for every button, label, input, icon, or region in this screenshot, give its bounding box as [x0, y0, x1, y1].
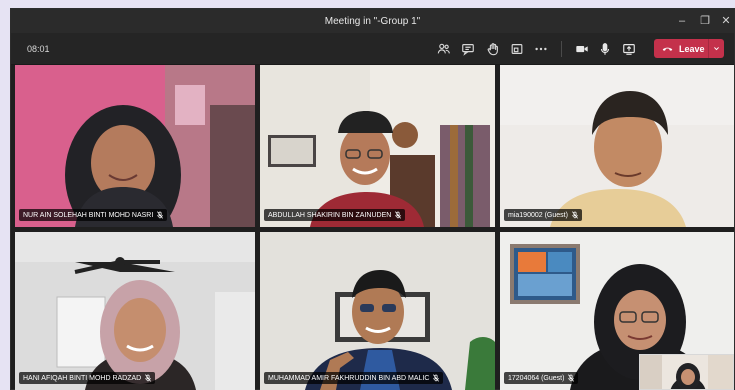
mic-muted-icon — [145, 374, 152, 382]
meeting-toolbar: 08:01 Leave — [11, 33, 734, 65]
participant-name: ABDULLAH SHAKIRIN BIN ZAINUDEN — [268, 211, 392, 219]
leave-label: Leave — [679, 43, 705, 54]
leave-button[interactable]: Leave — [654, 39, 724, 58]
mic-muted-icon — [433, 374, 440, 382]
participant-tile[interactable]: NUR AIN SOLEHAH BINTI MOHD NASRI — [15, 65, 255, 227]
window-title: Meeting in "-Group 1" — [324, 16, 421, 27]
chat-icon[interactable] — [459, 40, 477, 58]
participant-name: NUR AIN SOLEHAH BINTI MOHD NASRI — [23, 211, 154, 219]
participant-name: MUHAMMAD AMIR FAKHRUDDIN BIN ABD MALIC — [268, 374, 430, 382]
video-grid: NUR AIN SOLEHAH BINTI MOHD NASRI ABDULLA… — [15, 65, 734, 390]
share-screen-icon[interactable] — [620, 40, 638, 58]
participant-nametag: NUR AIN SOLEHAH BINTI MOHD NASRI — [19, 209, 168, 221]
mic-muted-icon — [572, 211, 578, 219]
participant-nametag: HANI AFIQAH BINTI MOHD RADZAD — [19, 372, 156, 384]
participant-video — [260, 65, 495, 227]
mic-muted-icon — [568, 374, 575, 382]
raise-hand-icon[interactable] — [484, 40, 502, 58]
hang-up-icon — [662, 47, 673, 51]
participant-name: HANI AFIQAH BINTI MOHD RADZAD — [23, 374, 142, 382]
participant-video — [500, 65, 734, 227]
close-button[interactable]: ✕ — [714, 12, 735, 30]
participant-video — [260, 232, 495, 390]
participant-nametag: MUHAMMAD AMIR FAKHRUDDIN BIN ABD MALIC — [264, 372, 444, 384]
rooms-icon[interactable] — [508, 40, 526, 58]
participant-name: mia190002 (Guest) — [508, 211, 568, 219]
self-view-video — [640, 355, 733, 389]
toolbar-divider — [561, 41, 562, 57]
self-view[interactable] — [639, 354, 734, 390]
people-icon[interactable] — [435, 40, 453, 58]
participant-tile[interactable]: HANI AFIQAH BINTI MOHD RADZAD — [15, 232, 255, 390]
participant-video — [15, 65, 255, 227]
meeting-window: Meeting in "-Group 1" – ❐ ✕ 08:01 Leave … — [10, 8, 735, 390]
title-bar: Meeting in "-Group 1" – ❐ ✕ — [11, 9, 734, 33]
more-icon[interactable] — [532, 40, 550, 58]
mic-muted-icon — [395, 211, 402, 219]
mic-muted-icon — [157, 211, 164, 219]
participant-video — [15, 232, 255, 390]
participant-nametag: ABDULLAH SHAKIRIN BIN ZAINUDEN — [264, 209, 406, 221]
participant-nametag: 17204064 (Guest) — [504, 372, 579, 384]
camera-icon[interactable] — [573, 40, 591, 58]
meeting-timer: 08:01 — [27, 44, 50, 54]
participant-tile[interactable]: ABDULLAH SHAKIRIN BIN ZAINUDEN — [260, 65, 495, 227]
participant-tile[interactable]: mia190002 (Guest) — [500, 65, 734, 227]
chevron-down-icon[interactable] — [708, 39, 724, 58]
participant-nametag: mia190002 (Guest) — [504, 209, 582, 221]
minimize-button[interactable]: – — [670, 12, 694, 30]
microphone-icon[interactable] — [596, 40, 614, 58]
participant-tile[interactable]: MUHAMMAD AMIR FAKHRUDDIN BIN ABD MALIC — [260, 232, 495, 390]
participant-name: 17204064 (Guest) — [508, 374, 565, 382]
